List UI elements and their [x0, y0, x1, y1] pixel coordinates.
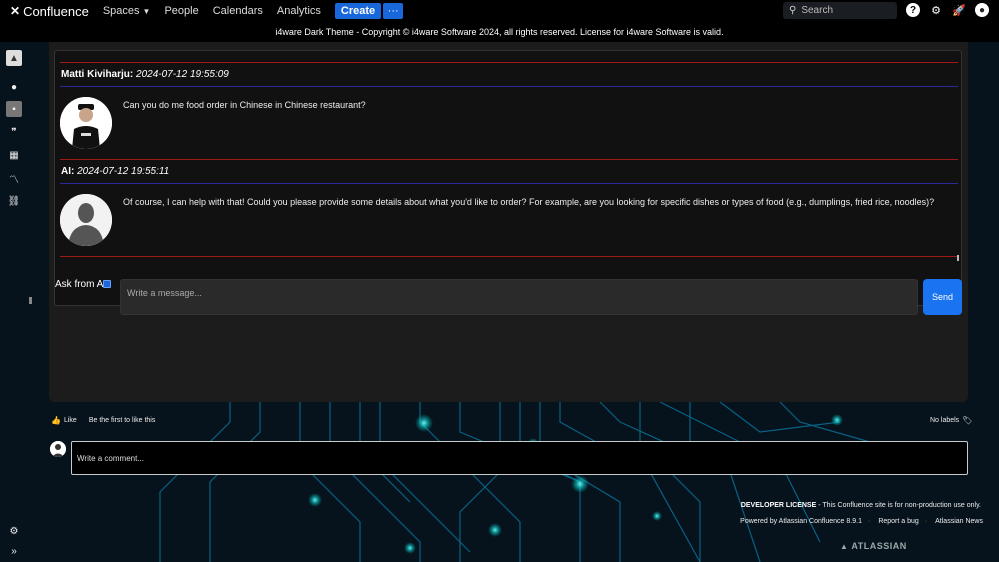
nav-calendars[interactable]: Calendars [213, 5, 263, 17]
nav-people[interactable]: People [164, 5, 198, 17]
user-icon[interactable]: ● [6, 79, 22, 95]
search-icon: ⚲ [789, 5, 797, 16]
divider [60, 256, 958, 257]
quote-icon[interactable]: ❞ [6, 124, 22, 140]
ask-ai-label: Ask from AI [55, 279, 107, 290]
rocket-icon[interactable]: 🚀 [952, 3, 966, 17]
message-time: 2024-07-12 19:55:11 [77, 166, 170, 177]
message-author: AI: [61, 166, 75, 177]
tag-icon: 🏷 [962, 416, 973, 425]
ai-silhouette-icon [60, 194, 112, 246]
license-text: - This Confluence site is for non-produc… [816, 502, 981, 509]
top-navigation: ✕ Confluence Spaces ▼ People Calendars A… [0, 0, 999, 22]
nav-spaces[interactable]: Spaces ▼ [103, 5, 151, 17]
sidebar-resize-handle[interactable] [29, 297, 32, 304]
create-button[interactable]: Create [334, 3, 382, 19]
separator-dot: · [867, 518, 871, 525]
atlassian-brand-text: ATLASSIAN [851, 541, 907, 551]
license-notice: DEVELOPER LICENSE - This Confluence site… [741, 502, 981, 509]
commenter-photo-icon [50, 441, 66, 457]
thumbs-up-icon[interactable]: 👍 [51, 416, 61, 425]
main-content-panel: Matti Kiviharju: 2024-07-12 19:55:09 Can… [49, 42, 968, 402]
message-header: AI: 2024-07-12 19:55:11 [61, 166, 169, 177]
footer-links: Powered by Atlassian Confluence 8.9.1 · … [732, 518, 983, 525]
commenter-avatar [50, 441, 66, 457]
atlassian-logo[interactable]: ▲ ATLASSIAN [840, 541, 907, 551]
search-box[interactable]: ⚲ [783, 2, 897, 19]
comment-input[interactable] [71, 441, 968, 475]
no-labels-text: No labels [930, 417, 960, 424]
expand-sidebar-icon[interactable]: » [6, 544, 22, 558]
report-bug-link[interactable]: Report a bug [878, 518, 918, 525]
more-create-button[interactable]: ··· [383, 3, 404, 19]
profile-avatar-icon[interactable]: ● [975, 3, 989, 17]
atlassian-news-link[interactable]: Atlassian News [935, 518, 983, 525]
theme-banner: i4ware Dark Theme - Copyright © i4ware S… [0, 22, 999, 42]
ai-avatar [60, 194, 112, 246]
settings-gear-icon[interactable]: ⚙ [6, 524, 22, 538]
message-text: Of course, I can help with that! Could y… [123, 197, 935, 207]
help-icon[interactable]: ? [906, 3, 920, 17]
ask-ai-checkbox[interactable] [103, 280, 111, 288]
chat-window: Matti Kiviharju: 2024-07-12 19:55:09 Can… [54, 50, 962, 306]
like-row: 👍 Like Be the first to like this [51, 416, 155, 425]
confluence-logo[interactable]: ✕ Confluence [10, 4, 89, 19]
message-header: Matti Kiviharju: 2024-07-12 19:55:09 [61, 69, 229, 80]
space-sidebar: ▲ ● ▪ ❞ ▦ 〽 ⛓ [0, 42, 28, 562]
message-time: 2024-07-12 19:55:09 [136, 69, 229, 80]
search-input[interactable] [801, 5, 892, 16]
user-avatar [60, 97, 112, 149]
hierarchy-icon[interactable]: ⛓ [6, 193, 22, 209]
nav-analytics[interactable]: Analytics [277, 5, 321, 17]
message-input[interactable] [120, 279, 918, 315]
powered-by-link[interactable]: Powered by Atlassian Confluence 8.9.1 [740, 518, 862, 525]
send-button[interactable]: Send [923, 279, 962, 315]
chevron-down-icon: ▼ [142, 6, 151, 16]
message-text: Can you do me food order in Chinese in C… [123, 100, 366, 110]
atlassian-logo-icon: ▲ [840, 542, 849, 551]
chat-scrollbar[interactable] [957, 255, 959, 261]
analytics-icon[interactable]: 〽 [6, 170, 22, 186]
labels-section[interactable]: No labels 🏷 [930, 416, 972, 425]
like-summary: Be the first to like this [88, 417, 156, 424]
nav-spaces-label: Spaces [102, 5, 140, 17]
message-author: Matti Kiviharju: [61, 69, 134, 80]
divider [60, 86, 958, 87]
gear-icon[interactable]: ⚙ [929, 3, 943, 17]
divider [60, 183, 958, 184]
user-photo-icon [60, 97, 112, 149]
page-icon[interactable]: ▪ [6, 101, 22, 117]
space-avatar-icon[interactable]: ▲ [6, 50, 22, 66]
license-type: DEVELOPER LICENSE [740, 502, 817, 509]
calendar-icon[interactable]: ▦ [6, 147, 22, 163]
separator-dot: · [924, 518, 928, 525]
confluence-logo-icon: ✕ [10, 4, 21, 18]
divider [60, 62, 958, 63]
like-link[interactable]: Like [64, 417, 77, 424]
top-right-icons: ? ⚙ 🚀 ● [897, 3, 989, 17]
logo-text: Confluence [23, 3, 89, 19]
divider [60, 159, 958, 160]
